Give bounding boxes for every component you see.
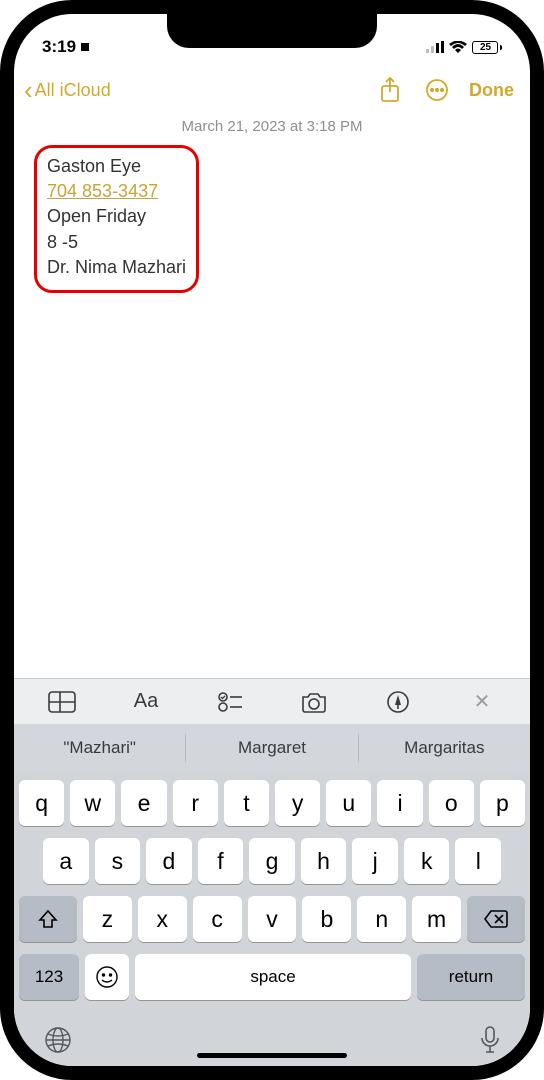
status-time: 3:19 [42, 37, 90, 57]
note-line: 8 -5 [47, 230, 186, 255]
key-g[interactable]: g [249, 838, 295, 884]
table-icon[interactable] [20, 691, 104, 713]
key-n[interactable]: n [357, 896, 406, 942]
key-delete[interactable] [467, 896, 525, 942]
key-w[interactable]: w [70, 780, 115, 826]
key-k[interactable]: k [404, 838, 450, 884]
key-l[interactable]: l [455, 838, 501, 884]
key-j[interactable]: j [352, 838, 398, 884]
home-indicator[interactable] [197, 1053, 347, 1058]
key-u[interactable]: u [326, 780, 371, 826]
key-s[interactable]: s [95, 838, 141, 884]
share-icon[interactable] [379, 77, 401, 103]
key-q[interactable]: q [19, 780, 64, 826]
location-arrow-icon [80, 42, 90, 52]
key-space[interactable]: space [135, 954, 411, 1000]
key-t[interactable]: t [224, 780, 269, 826]
globe-icon[interactable] [44, 1026, 72, 1054]
status-right: 25 [426, 41, 502, 54]
key-i[interactable]: i [377, 780, 422, 826]
key-r[interactable]: r [173, 780, 218, 826]
camera-icon[interactable] [272, 691, 356, 713]
key-shift[interactable] [19, 896, 77, 942]
key-b[interactable]: b [302, 896, 351, 942]
chevron-left-icon: ‹ [24, 75, 33, 106]
nav-bar: ‹ All iCloud Done [14, 66, 530, 114]
keyboard-row-4: 123 space return [19, 954, 525, 1000]
markup-icon[interactable] [356, 690, 440, 714]
key-z[interactable]: z [83, 896, 132, 942]
back-button[interactable]: ‹ All iCloud [24, 75, 111, 106]
keyboard-row-1: q w e r t y u i o p [19, 780, 525, 826]
suggestion[interactable]: "Mazhari" [14, 724, 185, 772]
battery-icon: 25 [472, 41, 502, 54]
key-a[interactable]: a [43, 838, 89, 884]
note-line: Open Friday [47, 204, 186, 229]
key-d[interactable]: d [146, 838, 192, 884]
format-toolbar: Aa ✕ [14, 678, 530, 724]
key-c[interactable]: c [193, 896, 242, 942]
key-o[interactable]: o [429, 780, 474, 826]
key-h[interactable]: h [301, 838, 347, 884]
phone-frame: 3:19 25 ‹ All iCloud [0, 0, 544, 1080]
suggestion[interactable]: Margaret [186, 724, 357, 772]
wifi-icon [449, 41, 467, 54]
suggestion-bar: "Mazhari" Margaret Margaritas [14, 724, 530, 772]
note-phone-link[interactable]: 704 853-3437 [47, 179, 186, 204]
keyboard-row-3: z x c v b n m [19, 896, 525, 942]
close-toolbar-icon[interactable]: ✕ [440, 689, 524, 714]
key-m[interactable]: m [412, 896, 461, 942]
note-body[interactable]: Gaston Eye 704 853-3437 Open Friday 8 -5… [34, 145, 199, 293]
note-line: Dr. Nima Mazhari [47, 255, 186, 280]
dictation-icon[interactable] [480, 1026, 500, 1054]
suggestion[interactable]: Margaritas [359, 724, 530, 772]
note-timestamp: March 21, 2023 at 3:18 PM [14, 118, 530, 135]
key-f[interactable]: f [198, 838, 244, 884]
key-v[interactable]: v [248, 896, 297, 942]
back-label: All iCloud [35, 80, 111, 101]
key-e[interactable]: e [121, 780, 166, 826]
keyboard-zone: Aa ✕ "Mazhari" Margaret Margaritas q w e [14, 678, 530, 1066]
keyboard: q w e r t y u i o p a s d f g h j k l [14, 772, 530, 1018]
time-text: 3:19 [42, 37, 76, 57]
text-format-icon[interactable]: Aa [104, 690, 188, 713]
done-button[interactable]: Done [469, 80, 514, 101]
key-return[interactable]: return [417, 954, 525, 1000]
key-emoji[interactable] [85, 954, 129, 1000]
note-line: Gaston Eye [47, 154, 186, 179]
key-y[interactable]: y [275, 780, 320, 826]
key-x[interactable]: x [138, 896, 187, 942]
checklist-icon[interactable] [188, 691, 272, 713]
notch [167, 14, 377, 48]
key-p[interactable]: p [480, 780, 525, 826]
keyboard-row-2: a s d f g h j k l [19, 838, 525, 884]
keyboard-bottom-bar [14, 1018, 530, 1066]
key-123[interactable]: 123 [19, 954, 79, 1000]
cellular-signal-icon [426, 41, 444, 53]
more-icon[interactable] [425, 78, 449, 102]
